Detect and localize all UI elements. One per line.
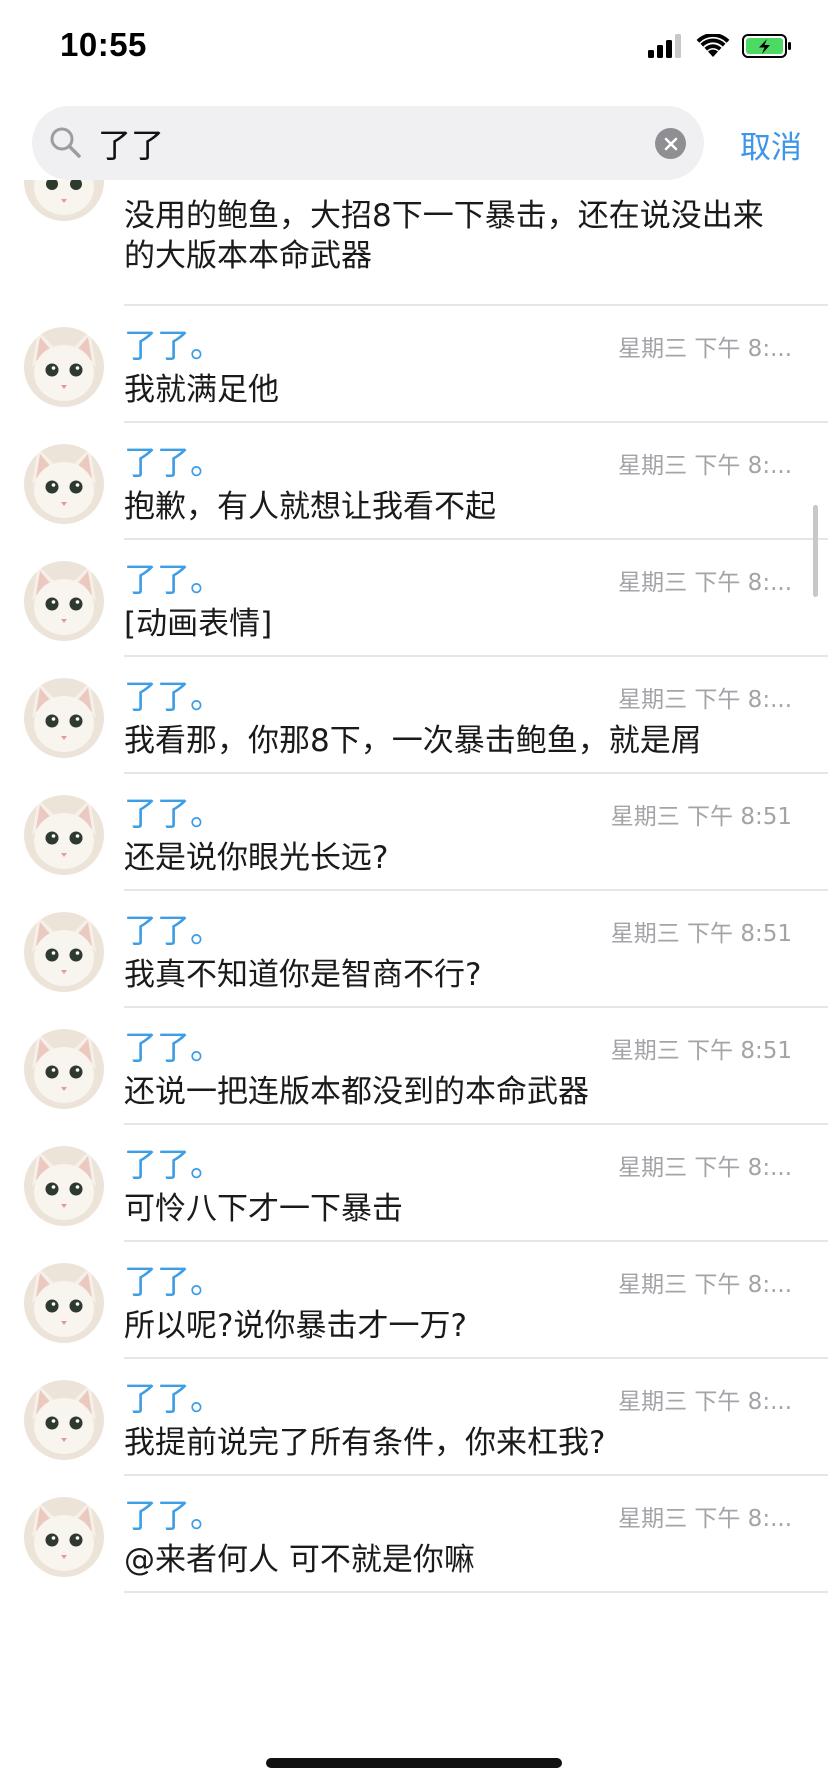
message-text: [动画表情]	[124, 606, 273, 642]
list-item[interactable]: 了了。 星期三 下午 8:... 我就满足他	[0, 306, 828, 423]
search-results-screen: 10:55 了了 取消 没用的鲍鱼，大招8下一下暴击，还在说没出来的大版本本命武…	[0, 0, 828, 1792]
avatar	[24, 1263, 104, 1343]
message-timestamp: 星期三 下午 8:51	[610, 1038, 792, 1064]
list-item[interactable]: 了了。 星期三 下午 8:... 我提前说完了所有条件，你来杠我?	[0, 1359, 828, 1476]
status-bar: 10:55	[0, 0, 828, 96]
status-icons	[648, 33, 792, 62]
list-item[interactable]: 了了。 星期三 下午 8:... 可怜八下才一下暴击	[0, 1125, 828, 1242]
message-text: 可怜八下才一下暴击	[124, 1191, 403, 1227]
message-timestamp: 星期三 下午 8:...	[618, 1155, 792, 1181]
message-text: 还说一把连版本都没到的本命武器	[124, 1074, 589, 1110]
sender-name: 了了。	[124, 1145, 223, 1184]
list-item[interactable]: 没用的鲍鱼，大招8下一下暴击，还在说没出来的大版本本命武器	[0, 180, 828, 306]
search-icon	[48, 125, 84, 161]
message-timestamp: 星期三 下午 8:...	[618, 687, 792, 713]
list-item[interactable]: 了了。 星期三 下午 8:... @来者何人 可不就是你嘛	[0, 1476, 828, 1593]
wifi-icon	[696, 33, 730, 62]
battery-charging-icon	[742, 34, 792, 62]
avatar	[24, 1497, 104, 1577]
message-text: 我真不知道你是智商不行?	[124, 957, 482, 993]
list-item[interactable]: 了了。 星期三 下午 8:51 我真不知道你是智商不行?	[0, 891, 828, 1008]
message-text: @来者何人 可不就是你嘛	[124, 1542, 475, 1578]
status-time: 10:55	[60, 26, 147, 63]
divider	[124, 1591, 828, 1593]
avatar	[24, 444, 104, 524]
home-indicator[interactable]	[266, 1758, 562, 1768]
sender-name: 了了。	[124, 794, 223, 833]
message-text: 抱歉，有人就想让我看不起	[124, 489, 496, 525]
avatar	[24, 678, 104, 758]
list-item[interactable]: 了了。 星期三 下午 8:51 还是说你眼光长远?	[0, 774, 828, 891]
message-timestamp: 星期三 下午 8:...	[618, 1389, 792, 1415]
sender-name: 了了。	[124, 911, 223, 950]
avatar	[24, 1380, 104, 1460]
message-timestamp: 星期三 下午 8:...	[618, 570, 792, 596]
avatar	[24, 180, 104, 221]
message-timestamp: 星期三 下午 8:51	[610, 921, 792, 947]
list-item[interactable]: 了了。 星期三 下午 8:... 我看那，你那8下，一次暴击鲍鱼，就是屑	[0, 657, 828, 774]
list-item[interactable]: 了了。 星期三 下午 8:... 抱歉，有人就想让我看不起	[0, 423, 828, 540]
search-bar: 取消	[0, 106, 828, 180]
sender-name: 了了。	[124, 1262, 223, 1301]
avatar	[24, 1146, 104, 1226]
clear-search-button[interactable]	[655, 128, 686, 159]
list-item[interactable]: 了了。 星期三 下午 8:... [动画表情]	[0, 540, 828, 657]
search-input[interactable]	[98, 106, 618, 180]
message-timestamp: 星期三 下午 8:...	[618, 336, 792, 362]
signal-icon	[648, 34, 684, 62]
cancel-button[interactable]: 取消	[740, 122, 802, 167]
sender-name: 了了。	[124, 326, 223, 365]
avatar	[24, 1029, 104, 1109]
list-item[interactable]: 了了。 星期三 下午 8:... 所以呢?说你暴击才一万?	[0, 1242, 828, 1359]
message-text: 还是说你眼光长远?	[124, 840, 389, 876]
scrollbar[interactable]	[813, 505, 818, 597]
sender-name: 了了。	[124, 1028, 223, 1067]
avatar	[24, 327, 104, 407]
search-field[interactable]	[32, 106, 704, 180]
message-timestamp: 星期三 下午 8:51	[610, 804, 792, 830]
list-item[interactable]: 了了。 星期三 下午 8:51 还说一把连版本都没到的本命武器	[0, 1008, 828, 1125]
message-text: 我就满足他	[124, 372, 279, 408]
search-results-list[interactable]: 没用的鲍鱼，大招8下一下暴击，还在说没出来的大版本本命武器 了了。星期三 下午 …	[0, 180, 828, 1792]
sender-name: 了了。	[124, 1379, 223, 1418]
message-timestamp: 星期三 下午 8:...	[618, 453, 792, 479]
avatar	[24, 795, 104, 875]
message-text: 所以呢?说你暴击才一万?	[124, 1308, 467, 1344]
sender-name: 了了。	[124, 560, 223, 599]
close-icon	[664, 137, 677, 150]
message-timestamp: 星期三 下午 8:...	[618, 1272, 792, 1298]
sender-name: 了了。	[124, 443, 223, 482]
sender-name: 了了。	[124, 1496, 223, 1535]
message-text: 没用的鲍鱼，大招8下一下暴击，还在说没出来的大版本本命武器	[124, 198, 764, 274]
message-timestamp: 星期三 下午 8:...	[618, 1506, 792, 1532]
avatar	[24, 912, 104, 992]
avatar	[24, 561, 104, 641]
message-text: 我看那，你那8下，一次暴击鲍鱼，就是屑	[124, 723, 702, 759]
sender-name: 了了。	[124, 677, 223, 716]
message-text: 我提前说完了所有条件，你来杠我?	[124, 1425, 606, 1461]
